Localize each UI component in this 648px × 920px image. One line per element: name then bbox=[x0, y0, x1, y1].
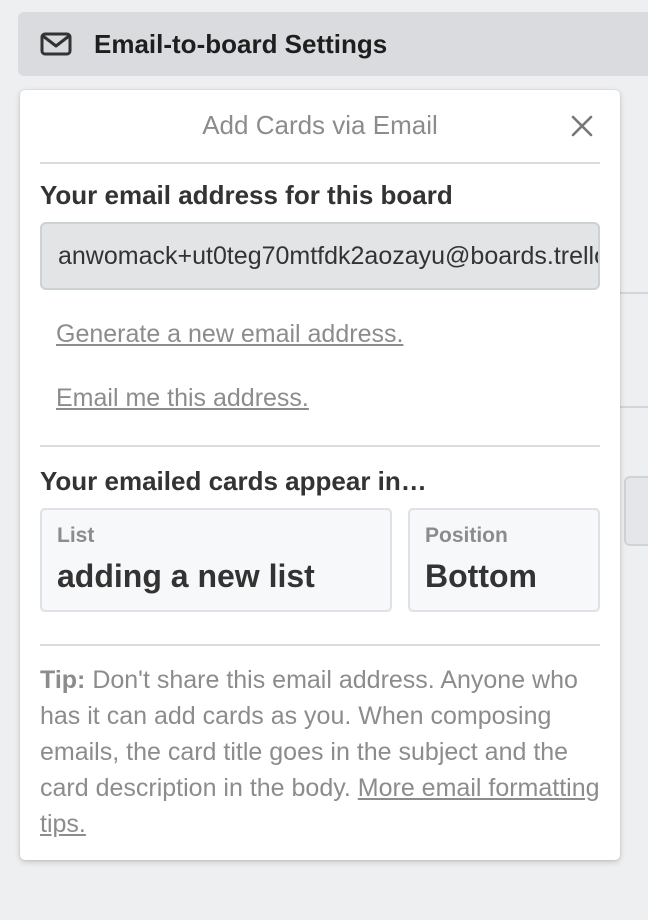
add-cards-via-email-popover: Add Cards via Email Your email address f… bbox=[20, 90, 620, 860]
position-select[interactable]: Position Bottom bbox=[408, 508, 600, 612]
email-to-board-settings-item[interactable]: Email-to-board Settings bbox=[18, 12, 648, 76]
position-select-label: Position bbox=[425, 524, 508, 547]
list-select-value: adding a new list bbox=[57, 558, 315, 594]
generate-new-email-link[interactable]: Generate a new email address. bbox=[56, 320, 403, 349]
list-select-label: List bbox=[57, 524, 95, 547]
popover-header: Add Cards via Email bbox=[40, 90, 600, 164]
email-address-heading: Your email address for this board bbox=[40, 180, 453, 210]
close-button[interactable] bbox=[568, 114, 596, 142]
settings-item-title: Email-to-board Settings bbox=[94, 28, 388, 59]
tip-text: Tip: Don't share this email address. Any… bbox=[40, 662, 605, 842]
close-icon bbox=[571, 115, 593, 142]
popover-title: Add Cards via Email bbox=[202, 110, 438, 140]
background-button-stub bbox=[624, 476, 648, 546]
tip-label: Tip: bbox=[40, 666, 86, 694]
section-divider bbox=[40, 445, 600, 447]
position-select-value: Bottom bbox=[425, 558, 537, 594]
board-email-field[interactable]: anwomack+ut0teg70mtfdk2aozayu@boards.tre… bbox=[40, 222, 600, 290]
envelope-icon bbox=[40, 31, 74, 57]
section-divider bbox=[40, 644, 600, 646]
list-select[interactable]: List adding a new list bbox=[40, 508, 392, 612]
emailed-cards-heading: Your emailed cards appear in… bbox=[40, 466, 427, 496]
email-me-address-link[interactable]: Email me this address. bbox=[56, 384, 309, 413]
